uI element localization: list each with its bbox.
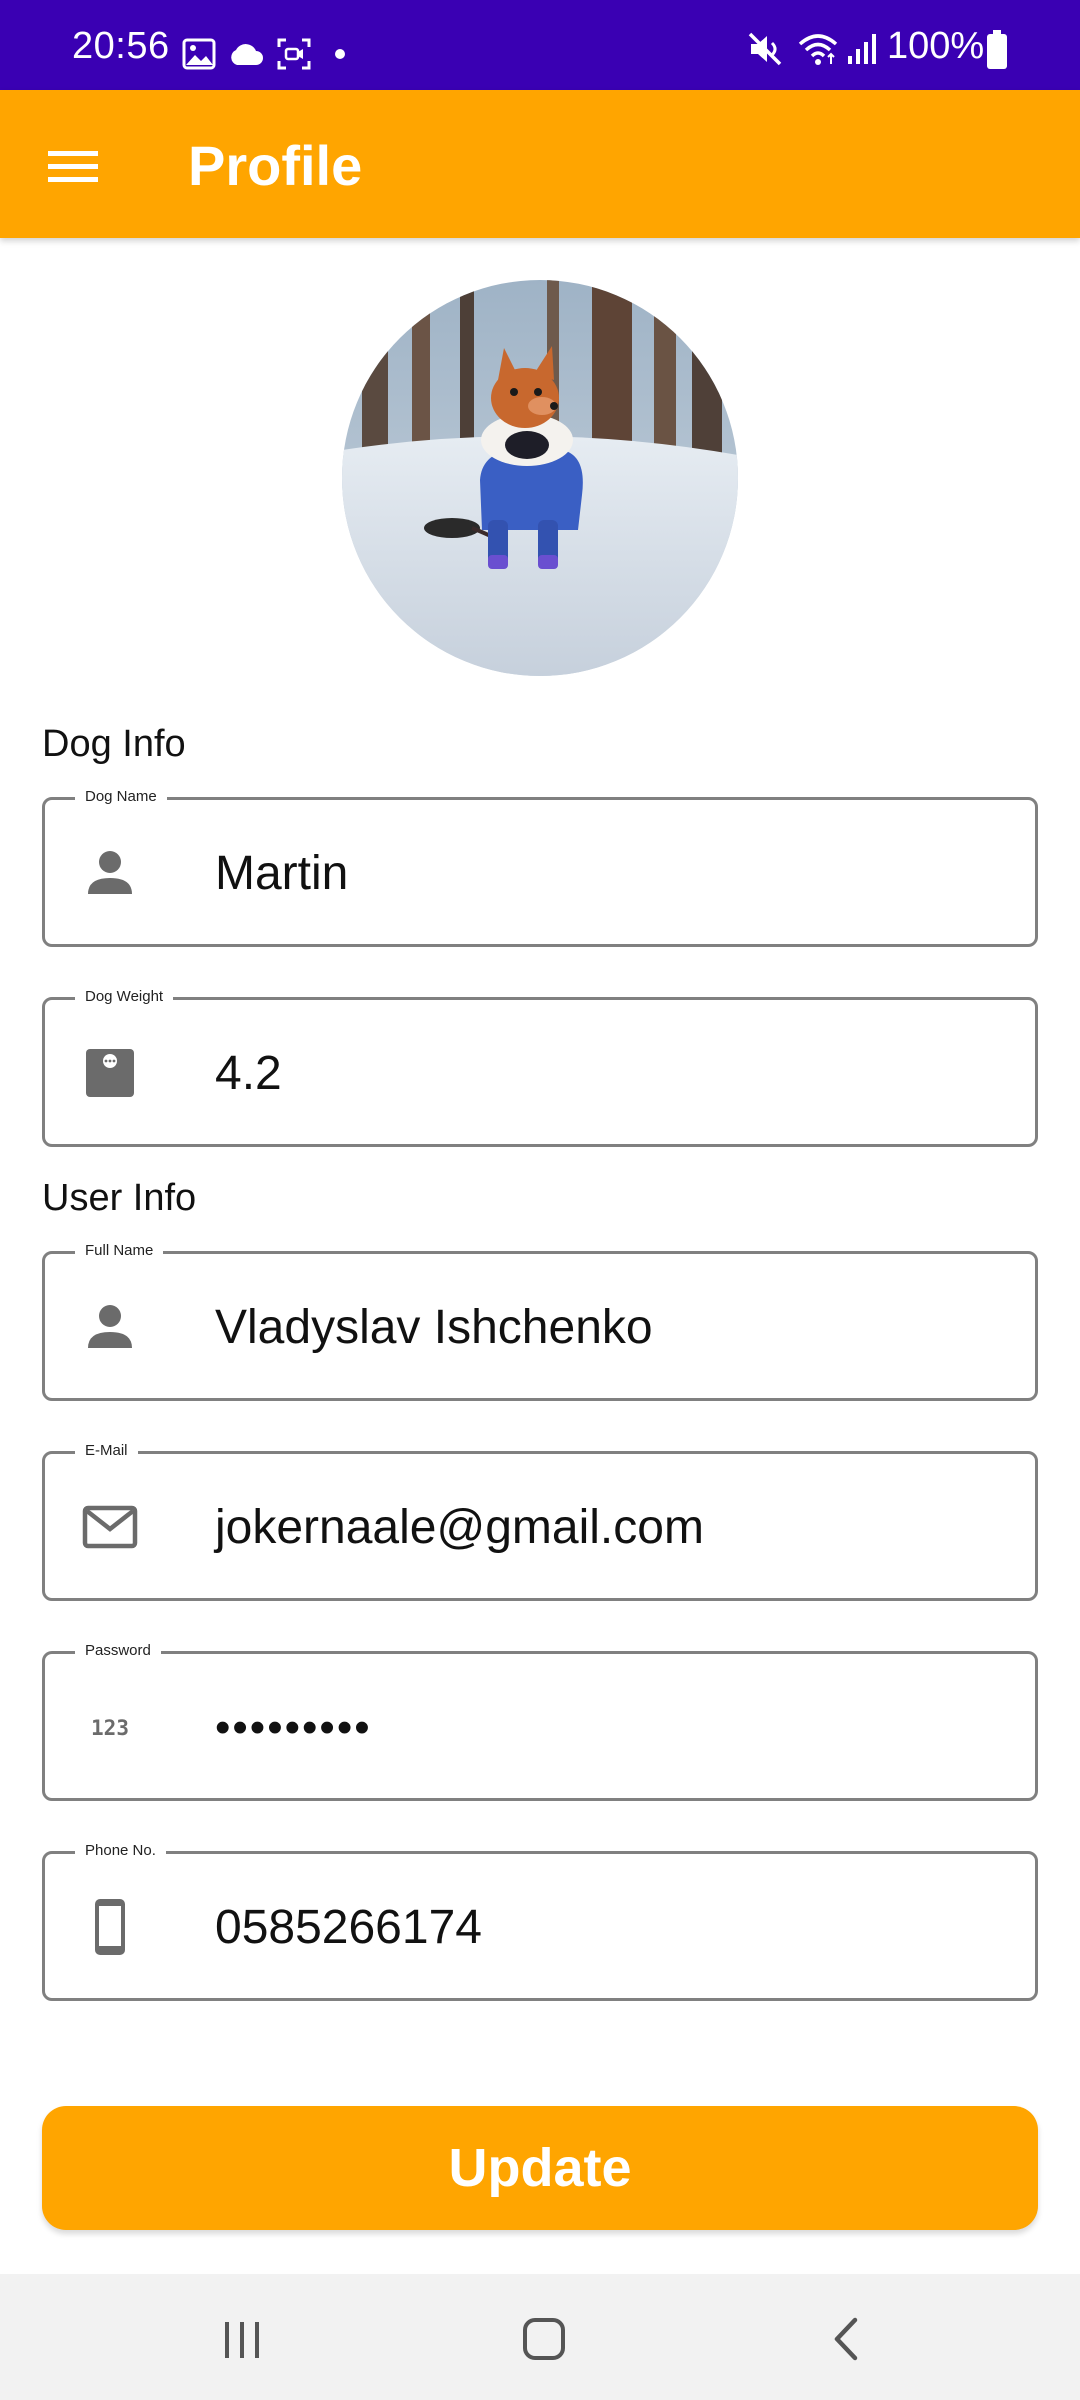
dog-name-field[interactable]: Dog Name Martin: [42, 788, 1038, 947]
wifi-icon: [798, 34, 838, 65]
scale-icon: [86, 1049, 134, 1097]
phone-input[interactable]: 0585266174: [215, 1900, 1015, 1956]
full-name-label: Full Name: [75, 1242, 164, 1260]
email-field[interactable]: E-Mail jokernaale@gmail.com: [42, 1442, 1038, 1601]
cloud-icon: [231, 44, 263, 65]
screen-record-icon: [277, 38, 311, 70]
full-name-input[interactable]: Vladyslav Ishchenko: [215, 1300, 1015, 1356]
dog-avatar[interactable]: [342, 280, 738, 676]
mail-icon: [82, 1505, 138, 1549]
email-label: E-Mail: [75, 1442, 138, 1460]
user-info-heading: User Info: [42, 1177, 197, 1219]
email-input[interactable]: jokernaale@gmail.com: [215, 1500, 1015, 1556]
dog-weight-field[interactable]: Dog Weight 4.2: [42, 988, 1038, 1147]
battery-icon: [987, 30, 1007, 69]
password-input[interactable]: •••••••••: [215, 1700, 1015, 1756]
update-button[interactable]: Update: [42, 2106, 1038, 2230]
dog-name-label: Dog Name: [75, 788, 167, 806]
signal-icon: [848, 34, 876, 64]
recent-apps-icon[interactable]: [207, 2304, 277, 2374]
phone-field[interactable]: Phone No. 0585266174: [42, 1842, 1038, 2001]
status-bar: 20:56 100%: [0, 0, 1080, 90]
back-icon[interactable]: [811, 2304, 881, 2374]
menu-button[interactable]: [36, 130, 108, 202]
dog-weight-label: Dog Weight: [75, 988, 174, 1006]
dog-name-input[interactable]: Martin: [215, 846, 1015, 902]
battery-percentage: 100%: [887, 25, 985, 67]
home-icon[interactable]: [509, 2304, 579, 2374]
page-title: Profile: [188, 134, 363, 197]
mute-icon: [748, 32, 782, 66]
gallery-icon: [182, 38, 216, 70]
person-icon: [88, 1305, 132, 1348]
dog-info-heading: Dog Info: [42, 723, 186, 765]
person-icon: [88, 851, 132, 894]
system-nav-bar: [0, 2274, 1080, 2400]
svg-text:123: 123: [91, 1716, 129, 1740]
dog-weight-input[interactable]: 4.2: [215, 1046, 1015, 1102]
password-field[interactable]: Password 123 •••••••••: [42, 1642, 1038, 1801]
app-bar: Profile: [0, 90, 1080, 238]
password-label: Password: [75, 1642, 161, 1660]
dog-photo-avatar: [342, 280, 738, 676]
status-time: 20:56: [72, 25, 170, 67]
phone-icon: [95, 1899, 125, 1955]
numeric-123-icon: 123: [91, 1716, 129, 1740]
full-name-field[interactable]: Full Name Vladyslav Ishchenko: [42, 1242, 1038, 1401]
dot-icon: [335, 49, 345, 59]
hamburger-menu-icon: [48, 151, 98, 182]
phone-label: Phone No.: [75, 1842, 166, 1860]
